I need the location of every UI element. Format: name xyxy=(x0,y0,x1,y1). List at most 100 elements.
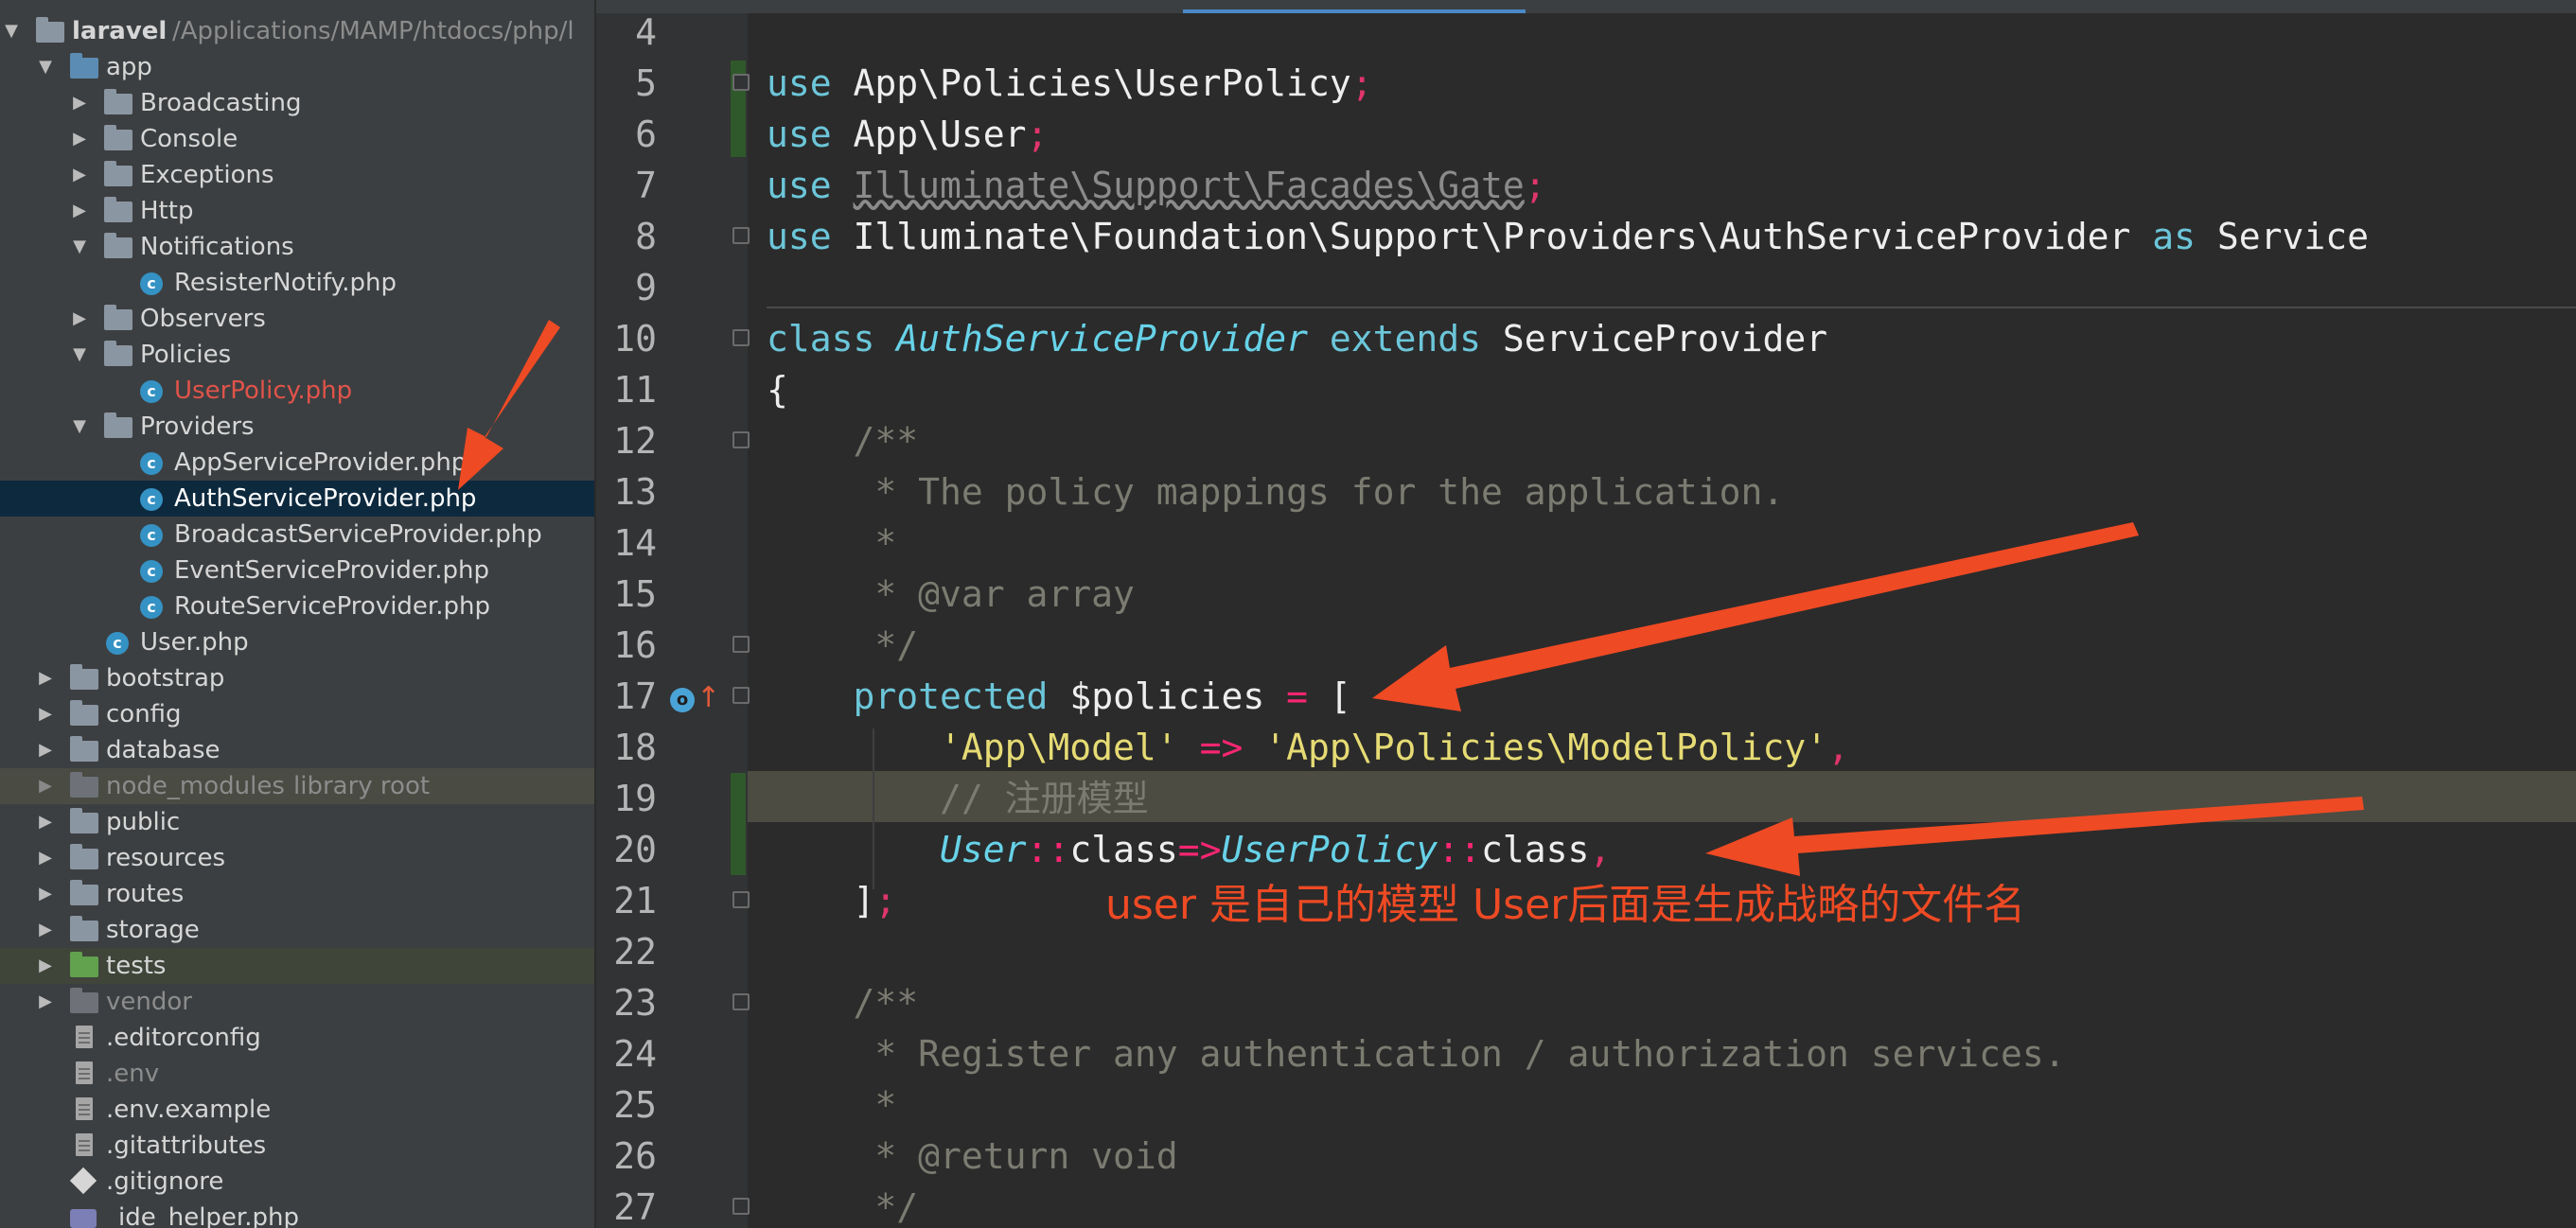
code-line-27[interactable]: */ xyxy=(767,1182,918,1228)
tree-item-broadcasting[interactable]: ▶ Broadcasting xyxy=(0,85,594,121)
fold-marker-icon[interactable] xyxy=(732,636,750,653)
chevron-right-icon[interactable]: ▶ xyxy=(36,804,55,840)
chevron-right-icon[interactable]: ▶ xyxy=(36,840,55,876)
tree-root[interactable]: ▼ laravel /Applications/MAMP/htdocs/php/… xyxy=(0,13,594,49)
vcs-added-marker[interactable] xyxy=(731,773,746,875)
code-line-10[interactable]: class AuthServiceProvider extends Servic… xyxy=(767,313,1827,364)
tree-item-providers[interactable]: ▼ Providers xyxy=(0,409,594,445)
tree-item-notifications[interactable]: ▼ Notifications xyxy=(0,229,594,265)
tree-item-storage[interactable]: ▶ storage xyxy=(0,912,594,948)
tree-item-user[interactable]: c User.php xyxy=(0,624,594,660)
tree-item-eventserviceprovider[interactable]: c EventServiceProvider.php xyxy=(0,553,594,588)
code-line-15[interactable]: * @var array xyxy=(767,569,1135,620)
fold-marker-icon[interactable] xyxy=(732,329,750,346)
code-line-21[interactable]: ]; xyxy=(767,875,897,926)
chevron-down-icon[interactable]: ▼ xyxy=(70,337,89,373)
line-number: 12 xyxy=(613,420,657,462)
chevron-right-icon[interactable]: ▶ xyxy=(36,696,55,732)
code-line-24[interactable]: * Register any authentication / authoriz… xyxy=(767,1028,2065,1079)
chevron-down-icon[interactable]: ▼ xyxy=(2,13,21,49)
chevron-right-icon[interactable]: ▶ xyxy=(36,948,55,984)
tree-item-database[interactable]: ▶ database xyxy=(0,732,594,768)
tree-item-label: database xyxy=(106,736,221,764)
tree-item-policies[interactable]: ▼ Policies xyxy=(0,337,594,373)
code-line-16[interactable]: */ xyxy=(767,620,918,671)
chevron-right-icon[interactable]: ▶ xyxy=(36,660,55,696)
fold-marker-icon[interactable] xyxy=(732,74,750,91)
chevron-right-icon[interactable]: ▶ xyxy=(70,85,89,121)
tree-item-label: .gitattributes xyxy=(106,1132,267,1160)
tree-item-label: tests xyxy=(106,952,167,980)
fold-marker-icon[interactable] xyxy=(732,431,750,448)
code-line-7[interactable]: use Illuminate\Support\Facades\Gate; xyxy=(767,160,1546,211)
tree-item-appserviceprovider[interactable]: c AppServiceProvider.php xyxy=(0,445,594,481)
code-line-6[interactable]: use App\User; xyxy=(767,109,1048,160)
tree-item-label: .env xyxy=(106,1060,160,1088)
fold-marker-icon[interactable] xyxy=(732,891,750,908)
tree-item-label: .editorconfig xyxy=(106,1024,261,1052)
tree-item-resisternotify[interactable]: c ResisterNotify.php xyxy=(0,265,594,301)
tree-item-gitignore[interactable]: .gitignore xyxy=(0,1164,594,1200)
tree-item-http[interactable]: ▶ Http xyxy=(0,193,594,229)
fold-marker-icon[interactable] xyxy=(732,993,750,1010)
chevron-right-icon[interactable]: ▶ xyxy=(36,876,55,912)
code-line-5[interactable]: use App\Policies\UserPolicy; xyxy=(767,58,1373,109)
tree-item-resources[interactable]: ▶ resources xyxy=(0,840,594,876)
tree-item-config[interactable]: ▶ config xyxy=(0,696,594,732)
editor-tab-strip[interactable] xyxy=(596,0,2576,13)
chevron-right-icon[interactable]: ▶ xyxy=(36,732,55,768)
tree-item-console[interactable]: ▶ Console xyxy=(0,121,594,157)
chevron-down-icon[interactable]: ▼ xyxy=(70,409,89,445)
namespace: App\User xyxy=(853,114,1027,155)
tree-item-routes[interactable]: ▶ routes xyxy=(0,876,594,912)
chevron-right-icon[interactable]: ▶ xyxy=(70,301,89,337)
code-line-12[interactable]: /** xyxy=(767,415,919,466)
tree-item-userpolicy[interactable]: c UserPolicy.php xyxy=(0,373,594,409)
tree-item-vendor[interactable]: ▶ vendor xyxy=(0,984,594,1020)
tree-item-bootstrap[interactable]: ▶ bootstrap xyxy=(0,660,594,696)
code-editor[interactable]: 4 5 6 7 8 9 10 11 12 13 14 15 16 17 18 1… xyxy=(596,0,2576,1228)
tree-item-routeserviceprovider[interactable]: c RouteServiceProvider.php xyxy=(0,588,594,624)
tree-item-public[interactable]: ▶ public xyxy=(0,804,594,840)
tree-item-exceptions[interactable]: ▶ Exceptions xyxy=(0,157,594,193)
line-number: 17 xyxy=(613,675,657,717)
code-line-8[interactable]: use Illuminate\Foundation\Support\Provid… xyxy=(767,211,2369,262)
code-line-14[interactable]: * xyxy=(767,518,896,569)
tree-item-ide-helper[interactable]: _ide_helper.php xyxy=(0,1200,594,1228)
chevron-right-icon[interactable]: ▶ xyxy=(36,912,55,948)
tree-item-node-modules[interactable]: ▶ node_modules library root xyxy=(0,768,594,804)
tree-item-env-example[interactable]: .env.example xyxy=(0,1092,594,1128)
chevron-right-icon[interactable]: ▶ xyxy=(70,157,89,193)
overrides-arrow-icon[interactable]: ↑ xyxy=(697,681,720,714)
fold-marker-icon[interactable] xyxy=(732,227,750,244)
override-method-icon[interactable]: o xyxy=(670,688,695,712)
fold-marker-icon[interactable] xyxy=(732,687,750,704)
code-line-18[interactable]: 'App\Model' => 'App\Policies\ModelPolicy… xyxy=(767,722,1849,773)
tree-item-app[interactable]: ▼ app xyxy=(0,49,594,85)
chevron-right-icon[interactable]: ▶ xyxy=(70,193,89,229)
chevron-down-icon[interactable]: ▼ xyxy=(36,49,55,85)
file-icon xyxy=(76,1097,93,1120)
chevron-right-icon[interactable]: ▶ xyxy=(36,984,55,1020)
chevron-down-icon[interactable]: ▼ xyxy=(70,229,89,265)
chevron-right-icon[interactable]: ▶ xyxy=(70,121,89,157)
code-line-11[interactable]: { xyxy=(767,364,788,415)
tree-item-authserviceprovider[interactable]: c AuthServiceProvider.php xyxy=(0,481,594,517)
code-line-17[interactable]: protected $policies = [ xyxy=(767,671,1351,722)
tree-item-broadcastserviceprovider[interactable]: c BroadcastServiceProvider.php xyxy=(0,517,594,553)
code-line-25[interactable]: * xyxy=(767,1079,896,1131)
chevron-right-icon[interactable]: ▶ xyxy=(36,768,55,804)
code-line-13[interactable]: * The policy mappings for the applicatio… xyxy=(767,466,1784,518)
tree-item-gitattributes[interactable]: .gitattributes xyxy=(0,1128,594,1164)
code-line-20[interactable]: User::class=>UserPolicy::class, xyxy=(767,824,1611,875)
code-line-23[interactable]: /** xyxy=(767,977,919,1028)
fold-marker-icon[interactable] xyxy=(732,1198,750,1215)
line-number: 25 xyxy=(613,1084,657,1126)
tree-item-tests[interactable]: ▶ tests xyxy=(0,948,594,984)
tree-item-env[interactable]: .env xyxy=(0,1056,594,1092)
tree-item-editorconfig[interactable]: .editorconfig xyxy=(0,1020,594,1056)
code-line-19[interactable]: // 注册模型 xyxy=(767,773,1149,824)
code-line-26[interactable]: * @return void xyxy=(767,1131,1177,1182)
tree-item-observers[interactable]: ▶ Observers xyxy=(0,301,594,337)
tree-item-label: ResisterNotify.php xyxy=(174,269,397,297)
